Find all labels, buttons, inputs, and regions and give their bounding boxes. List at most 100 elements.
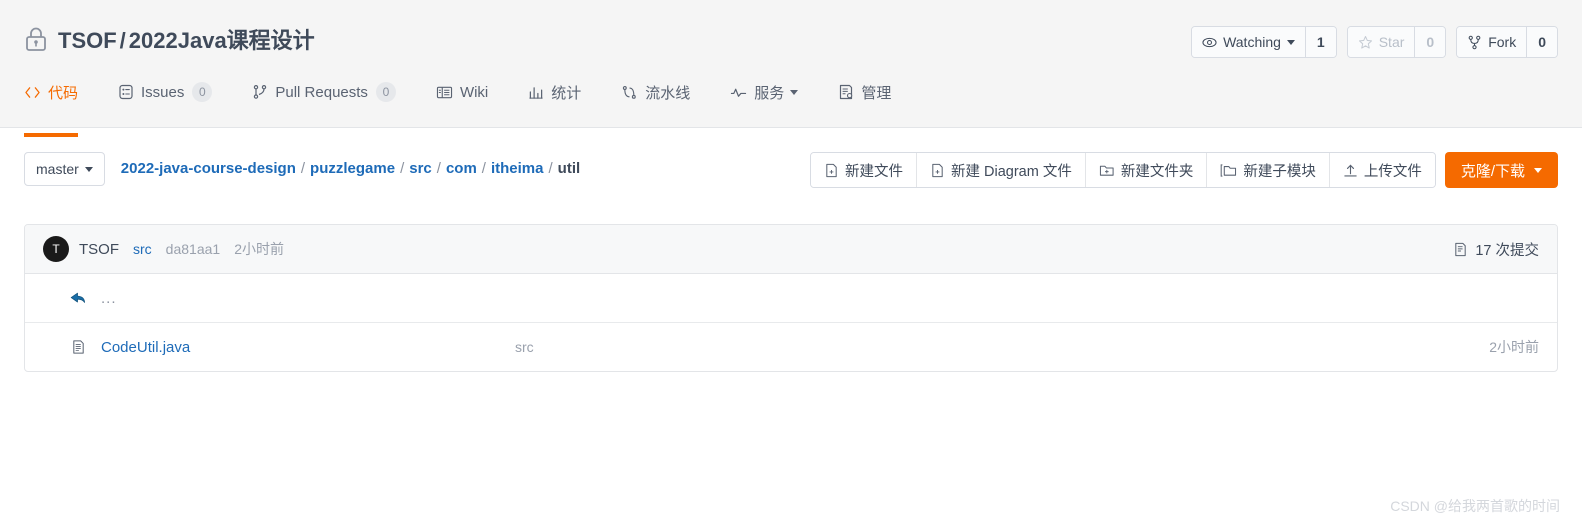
branch-name: master <box>36 161 79 177</box>
commit-message[interactable]: src <box>133 241 152 257</box>
repo-name[interactable]: 2022Java课程设计 <box>129 28 315 53</box>
commit-author[interactable]: TSOF <box>79 241 119 258</box>
watch-button[interactable]: Watching <box>1192 27 1305 57</box>
file-commit-time: 2小时前 <box>1489 339 1539 355</box>
commits-count-label: 17 次提交 <box>1475 242 1539 259</box>
tab-service-label: 服务 <box>754 84 785 102</box>
clone-download-button[interactable]: 克隆/下载 <box>1444 152 1558 188</box>
new-folder-button[interactable]: 新建文件夹 <box>1085 153 1208 187</box>
chart-icon <box>528 85 544 100</box>
breadcrumb-item-3[interactable]: com <box>446 160 477 177</box>
tab-pull-requests-count: 0 <box>375 82 396 102</box>
new-file-label: 新建文件 <box>844 163 903 180</box>
nav-tabs: 代码 Issues 0 Pull Requests 0 Wiki 统计 流水线 … <box>0 56 1582 137</box>
breadcrumb-row: master 2022-java-course-design / puzzlegam… <box>24 128 1558 192</box>
tab-service[interactable]: 服务 <box>730 68 799 126</box>
chevron-down-icon <box>1534 167 1542 173</box>
upload-icon <box>1343 163 1358 178</box>
tab-statistics-label: 统计 <box>551 84 582 102</box>
tab-pipeline[interactable]: 流水线 <box>621 68 690 126</box>
pull-request-icon <box>252 84 268 100</box>
new-diagram-label: 新建 Diagram 文件 <box>950 163 1072 180</box>
back-arrow-icon <box>65 290 91 306</box>
tab-statistics[interactable]: 统计 <box>528 68 581 126</box>
file-table: T TSOF src da81aa1 2小时前 17 次提交 ... CodeU… <box>24 224 1558 372</box>
fork-count[interactable]: 0 <box>1526 27 1557 57</box>
title-separator: / <box>119 28 126 53</box>
commit-sha[interactable]: da81aa1 <box>166 241 221 257</box>
tab-code[interactable]: 代码 <box>24 68 79 137</box>
tab-code-label: 代码 <box>48 84 79 102</box>
main-content: master 2022-java-course-design / puzzlegam… <box>0 128 1582 372</box>
chevron-down-icon <box>790 89 799 95</box>
new-folder-label: 新建文件夹 <box>1120 163 1194 180</box>
upload-file-label: 上传文件 <box>1363 163 1422 180</box>
breadcrumb-separator: / <box>436 160 441 177</box>
fork-icon <box>1467 35 1482 50</box>
latest-commit-bar: T TSOF src da81aa1 2小时前 17 次提交 <box>25 225 1557 274</box>
new-folder-icon <box>1099 163 1115 178</box>
new-file-button[interactable]: 新建文件 <box>810 153 917 187</box>
breadcrumb-item-2[interactable]: src <box>409 160 432 177</box>
commits-count-link[interactable]: 17 次提交 <box>1453 239 1539 260</box>
star-label: Star <box>1378 34 1405 50</box>
tab-wiki[interactable]: Wiki <box>436 68 488 126</box>
eye-icon <box>1202 35 1217 50</box>
file-commit-message[interactable]: src <box>515 339 534 355</box>
upload-file-button[interactable]: 上传文件 <box>1329 153 1435 187</box>
watermark: CSDN @给我两首歌的时间 <box>1390 498 1560 514</box>
breadcrumb-separator: / <box>300 160 306 177</box>
star-icon <box>1358 35 1373 50</box>
new-diagram-icon <box>930 163 945 178</box>
tab-issues[interactable]: Issues 0 <box>118 68 213 126</box>
chevron-down-icon <box>84 166 93 172</box>
tab-issues-label: Issues <box>141 83 185 101</box>
parent-directory-link[interactable]: ... <box>101 290 117 307</box>
star-button[interactable]: Star <box>1347 27 1415 57</box>
table-row[interactable]: ... <box>25 274 1557 323</box>
new-submodule-button[interactable]: 新建子模块 <box>1207 153 1330 187</box>
tab-pipeline-label: 流水线 <box>645 84 691 102</box>
breadcrumb-item-1[interactable]: puzzlegame <box>310 160 395 177</box>
new-submodule-label: 新建子模块 <box>1243 163 1316 180</box>
file-name-link[interactable]: CodeUtil.java <box>101 339 190 356</box>
tab-pull-requests-label: Pull Requests <box>275 83 368 101</box>
lock-icon <box>24 26 48 52</box>
tab-manage-label: 管理 <box>861 84 892 102</box>
watch-button-group[interactable]: Watching 1 <box>1191 26 1337 58</box>
code-icon <box>24 85 41 100</box>
commit-time: 2小时前 <box>234 241 284 257</box>
table-row[interactable]: CodeUtil.java src 2小时前 <box>25 323 1557 371</box>
breadcrumb-item-4[interactable]: itheima <box>491 160 544 177</box>
commits-icon <box>1453 242 1468 257</box>
issues-icon <box>118 84 134 100</box>
fork-button[interactable]: Fork <box>1457 27 1527 57</box>
header-actions: Watching 1 Star 0 Fork 0 <box>1191 26 1558 58</box>
breadcrumb-item-0[interactable]: 2022-java-course-design <box>121 160 296 177</box>
page-title: TSOF/2022Java课程设计 <box>58 23 315 55</box>
breadcrumb-item-current: util <box>557 160 581 177</box>
branch-selector[interactable]: master <box>24 152 105 186</box>
manage-icon <box>838 84 854 100</box>
tab-pull-requests[interactable]: Pull Requests 0 <box>252 68 396 126</box>
tab-manage[interactable]: 管理 <box>838 68 891 126</box>
chevron-down-icon <box>1286 39 1295 45</box>
avatar[interactable]: T <box>43 236 69 262</box>
watch-label: Watching <box>1223 34 1281 50</box>
new-submodule-icon <box>1220 163 1237 178</box>
repo-owner[interactable]: TSOF <box>58 28 117 53</box>
tab-wiki-label: Wiki <box>459 83 489 101</box>
star-count[interactable]: 0 <box>1414 27 1446 57</box>
new-file-icon <box>824 163 839 178</box>
fork-button-group[interactable]: Fork 0 <box>1456 26 1558 58</box>
breadcrumb: 2022-java-course-design / puzzlegame / src / c… <box>121 152 580 186</box>
fork-label: Fork <box>1488 34 1517 50</box>
watch-count[interactable]: 1 <box>1304 27 1336 57</box>
clone-download-label: 克隆/下载 <box>1460 162 1525 180</box>
wiki-icon <box>436 85 453 100</box>
breadcrumb-separator: / <box>400 160 405 177</box>
file-action-group: 新建文件 新建 Diagram 文件 新建文件夹 新建子模块 上传文件 <box>809 152 1436 188</box>
file-toolbar: 新建文件 新建 Diagram 文件 新建文件夹 新建子模块 上传文件 克隆/下… <box>809 152 1558 188</box>
star-button-group[interactable]: Star 0 <box>1346 26 1447 58</box>
new-diagram-button[interactable]: 新建 Diagram 文件 <box>916 153 1086 187</box>
